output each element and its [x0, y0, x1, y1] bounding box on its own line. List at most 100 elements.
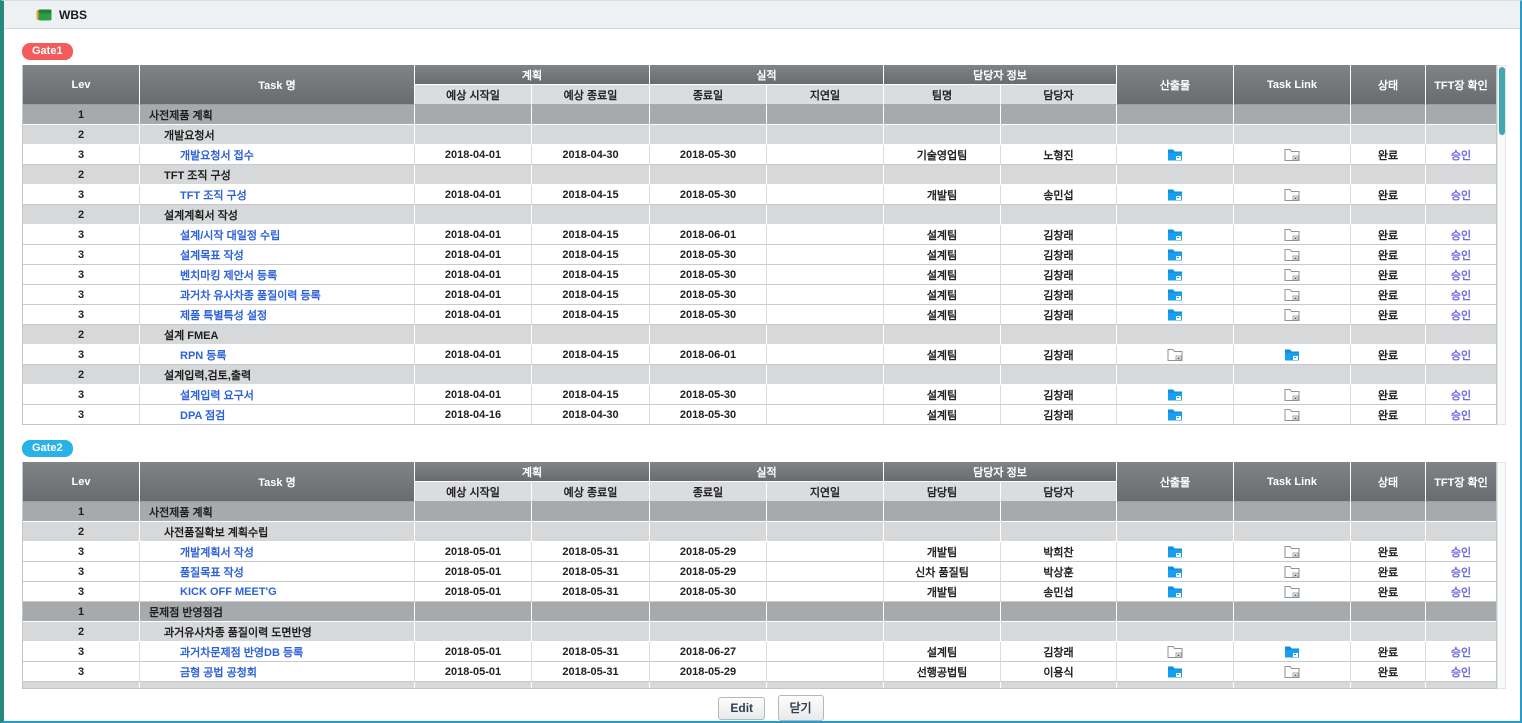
task-name-link[interactable]: 개발계획서 작성 [180, 547, 254, 559]
blue-folder-icon[interactable] [1167, 288, 1183, 300]
task-name-link[interactable]: 품질목표 작성 [180, 567, 244, 579]
actual-end-cell: 2018-05-30 [650, 582, 767, 602]
blue-folder-icon[interactable] [1167, 308, 1183, 320]
gate1-vertical-scrollbar[interactable] [1497, 65, 1506, 425]
approve-link[interactable]: 승인 [1451, 190, 1471, 202]
task-name-link[interactable]: TFT 조직 구성 [180, 190, 247, 202]
footer-buttons: Edit 닫기 [22, 695, 1520, 721]
gray-folder-icon[interactable] [1284, 565, 1300, 577]
gray-folder-icon[interactable] [1284, 228, 1300, 240]
gate1-scrollbar-thumb[interactable] [1499, 67, 1505, 135]
gray-folder-icon[interactable] [1284, 665, 1300, 677]
gate2-vertical-scrollbar[interactable] [1497, 462, 1506, 689]
plan-end-cell: 2018-04-15 [532, 285, 650, 305]
task-link-cell [1234, 325, 1351, 345]
lev-cell: 3 [23, 225, 140, 245]
approve-link[interactable]: 승인 [1451, 290, 1471, 302]
edit-button[interactable]: Edit [718, 697, 765, 720]
actual-end-cell: 2018-05-30 [650, 185, 767, 205]
plan-start-cell [415, 125, 532, 145]
blue-folder-icon[interactable] [1167, 248, 1183, 260]
blue-folder-icon[interactable] [1167, 148, 1183, 160]
deliverable-cell [1117, 145, 1234, 165]
blue-folder-icon[interactable] [1167, 545, 1183, 557]
tft-confirm-cell [1426, 205, 1497, 225]
blue-folder-icon[interactable] [1284, 348, 1300, 360]
gray-folder-icon[interactable] [1284, 308, 1300, 320]
approve-link[interactable]: 승인 [1451, 667, 1471, 679]
approve-link[interactable]: 승인 [1451, 150, 1471, 162]
approve-link[interactable]: 승인 [1451, 390, 1471, 402]
task-name-link[interactable]: 제품 특별특성 설정 [180, 310, 267, 322]
approve-link[interactable]: 승인 [1451, 410, 1471, 422]
task-name-cell: 설계입력 요구서 [140, 385, 415, 405]
gray-folder-icon[interactable] [1284, 545, 1300, 557]
task-name-link[interactable]: 과거차 유사차종 품질이력 등록 [180, 290, 321, 302]
task-link-cell [1234, 185, 1351, 205]
approve-link[interactable]: 승인 [1451, 567, 1471, 579]
approve-link[interactable]: 승인 [1451, 647, 1471, 659]
task-name-link[interactable]: 설계/시작 대일정 수립 [180, 230, 280, 242]
partial-cell [1234, 682, 1351, 689]
table-row: 3과거차문제점 반영DB 등록2018-05-012018-05-312018-… [23, 642, 1497, 662]
task-name-link[interactable]: KICK OFF MEET'G [180, 586, 277, 598]
approve-link[interactable]: 승인 [1451, 310, 1471, 322]
task-name-link[interactable]: 설계목표 작성 [180, 250, 244, 262]
status-cell [1351, 325, 1426, 345]
blue-folder-icon[interactable] [1167, 565, 1183, 577]
task-name-link[interactable]: 벤치마킹 제안서 등록 [180, 270, 277, 282]
task-name-link[interactable]: 설계입력 요구서 [180, 390, 254, 402]
task-name-link[interactable]: 과거차문제점 반영DB 등록 [180, 647, 303, 659]
blue-folder-icon[interactable] [1167, 388, 1183, 400]
task-name-cell: 설계입력,검토,출력 [140, 365, 415, 385]
blue-folder-icon[interactable] [1284, 645, 1300, 657]
status-cell [1351, 602, 1426, 622]
status-cell: 완료 [1351, 225, 1426, 245]
deliverable-cell [1117, 562, 1234, 582]
approve-link[interactable]: 승인 [1451, 230, 1471, 242]
gray-folder-icon[interactable] [1284, 388, 1300, 400]
plan-end-cell [532, 622, 650, 642]
approve-link[interactable]: 승인 [1451, 350, 1471, 362]
gray-folder-icon[interactable] [1284, 148, 1300, 160]
gray-folder-icon[interactable] [1167, 348, 1183, 360]
tft-confirm-cell: 승인 [1426, 385, 1497, 405]
gray-folder-icon[interactable] [1284, 288, 1300, 300]
task-name-link[interactable]: RPN 등록 [180, 350, 227, 362]
team-cell [884, 165, 1001, 185]
blue-folder-icon[interactable] [1167, 408, 1183, 420]
team-cell: 선행공법팀 [884, 662, 1001, 682]
task-name-link[interactable]: 개발요청서 접수 [180, 150, 254, 162]
blue-folder-icon[interactable] [1167, 268, 1183, 280]
lev-cell: 3 [23, 245, 140, 265]
partial-cell [884, 682, 1001, 689]
task-name-link[interactable]: 금형 공법 공청회 [180, 667, 257, 679]
blue-folder-icon[interactable] [1167, 188, 1183, 200]
blue-folder-icon[interactable] [1167, 665, 1183, 677]
task-name-cell: 과거유사차종 품질이력 도면반영 [140, 622, 415, 642]
blue-folder-icon[interactable] [1167, 585, 1183, 597]
status-cell [1351, 105, 1426, 125]
blue-folder-icon[interactable] [1167, 228, 1183, 240]
approve-link[interactable]: 승인 [1451, 270, 1471, 282]
window-titlebar: WBS [4, 1, 1520, 29]
approve-link[interactable]: 승인 [1451, 547, 1471, 559]
close-button[interactable]: 닫기 [778, 695, 824, 721]
delay-cell [767, 582, 884, 602]
task-link-cell [1234, 365, 1351, 385]
task-name-cell: 개발요청서 접수 [140, 145, 415, 165]
approve-link[interactable]: 승인 [1451, 250, 1471, 262]
table-row: 1사전제품 계획 [23, 105, 1497, 125]
task-name-link[interactable]: DPA 점검 [180, 410, 225, 422]
approve-link[interactable]: 승인 [1451, 587, 1471, 599]
plan-start-cell: 2018-04-01 [415, 265, 532, 285]
gray-folder-icon[interactable] [1284, 248, 1300, 260]
tft-confirm-cell: 승인 [1426, 225, 1497, 245]
gray-folder-icon[interactable] [1284, 268, 1300, 280]
gray-folder-icon[interactable] [1284, 188, 1300, 200]
gray-folder-icon[interactable] [1284, 585, 1300, 597]
gray-folder-icon[interactable] [1167, 645, 1183, 657]
plan-end-cell: 2018-05-31 [532, 562, 650, 582]
gray-folder-icon[interactable] [1284, 408, 1300, 420]
tft-confirm-cell [1426, 325, 1497, 345]
